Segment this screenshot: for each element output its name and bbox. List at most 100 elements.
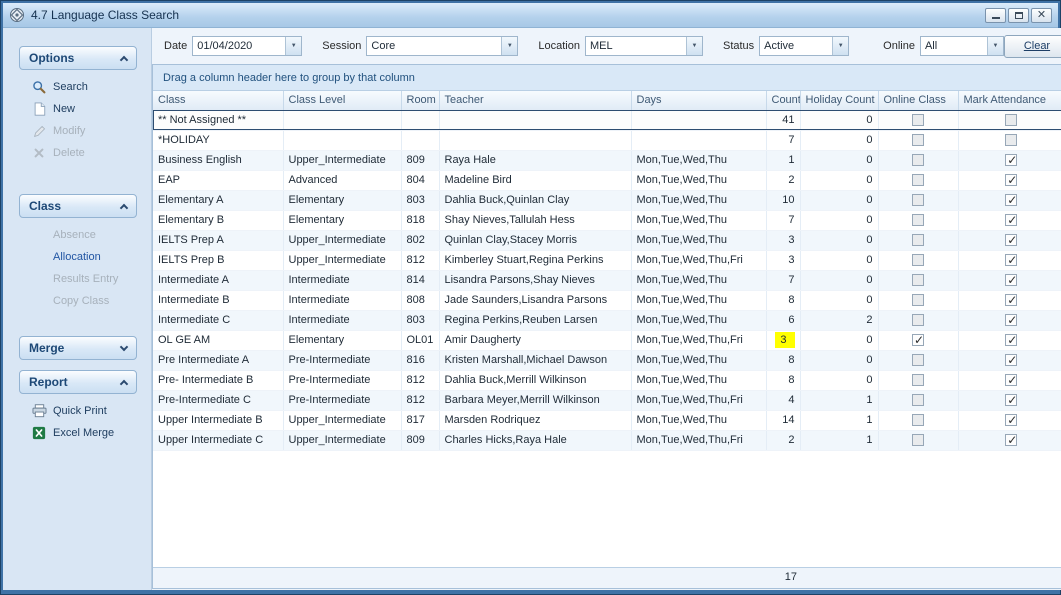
class-level-cell[interactable]: Pre-Intermediate bbox=[283, 350, 401, 370]
room-cell[interactable]: 812 bbox=[401, 250, 439, 270]
column-header-mark-attendance[interactable]: Mark Attendance bbox=[958, 91, 1061, 110]
count-cell[interactable]: 2 bbox=[766, 170, 800, 190]
class-cell[interactable]: IELTS Prep B bbox=[153, 250, 283, 270]
days-cell[interactable]: Mon,Tue,Wed,Thu bbox=[631, 150, 766, 170]
count-cell[interactable]: 2 bbox=[766, 430, 800, 450]
teacher-cell[interactable]: Quinlan Clay,Stacey Morris bbox=[439, 230, 631, 250]
holiday-count-cell[interactable]: 1 bbox=[800, 430, 878, 450]
online-class-checkbox[interactable] bbox=[912, 154, 924, 166]
teacher-cell[interactable]: Barbara Meyer,Merrill Wilkinson bbox=[439, 390, 631, 410]
room-cell[interactable] bbox=[401, 110, 439, 130]
class-level-cell[interactable]: Intermediate bbox=[283, 290, 401, 310]
table-row[interactable]: Pre-Intermediate CPre-Intermediate812Bar… bbox=[153, 390, 1061, 410]
mark-attendance-checkbox[interactable] bbox=[1005, 234, 1017, 246]
online-class-checkbox[interactable] bbox=[912, 294, 924, 306]
days-cell[interactable]: Mon,Tue,Wed,Thu bbox=[631, 210, 766, 230]
room-cell[interactable]: 803 bbox=[401, 310, 439, 330]
online-class-checkbox[interactable] bbox=[912, 114, 924, 126]
class-level-cell[interactable]: Elementary bbox=[283, 330, 401, 350]
sidebar-item-excel-merge[interactable]: Excel Merge bbox=[3, 422, 151, 444]
class-level-cell[interactable]: Upper_Intermediate bbox=[283, 410, 401, 430]
mark-attendance-checkbox[interactable] bbox=[1005, 434, 1017, 446]
status-select[interactable]: Active ▼ bbox=[759, 36, 849, 56]
column-header-holiday-count[interactable]: Holiday Count bbox=[800, 91, 878, 110]
sidebar-item-absence[interactable]: Absence bbox=[3, 224, 151, 246]
online-class-checkbox[interactable] bbox=[912, 394, 924, 406]
class-cell[interactable]: EAP bbox=[153, 170, 283, 190]
teacher-cell[interactable]: Lisandra Parsons,Shay Nieves bbox=[439, 270, 631, 290]
count-cell[interactable]: 4 bbox=[766, 390, 800, 410]
room-cell[interactable]: 809 bbox=[401, 150, 439, 170]
class-cell[interactable]: Pre-Intermediate C bbox=[153, 390, 283, 410]
online-class-checkbox[interactable] bbox=[912, 134, 924, 146]
table-row[interactable]: Upper Intermediate CUpper_Intermediate80… bbox=[153, 430, 1061, 450]
mark-attendance-checkbox[interactable] bbox=[1005, 274, 1017, 286]
mark-attendance-checkbox[interactable] bbox=[1005, 334, 1017, 346]
room-cell[interactable]: OL01 bbox=[401, 330, 439, 350]
holiday-count-cell[interactable]: 0 bbox=[800, 210, 878, 230]
days-cell[interactable]: Mon,Tue,Wed,Thu,Fri bbox=[631, 250, 766, 270]
mark-attendance-checkbox[interactable] bbox=[1005, 294, 1017, 306]
class-cell[interactable]: *HOLIDAY bbox=[153, 130, 283, 150]
teacher-cell[interactable] bbox=[439, 110, 631, 130]
online-dropdown-button[interactable]: ▼ bbox=[987, 37, 1003, 55]
table-row[interactable]: Elementary AElementary803Dahlia Buck,Qui… bbox=[153, 190, 1061, 210]
table-row[interactable]: *HOLIDAY70 bbox=[153, 130, 1061, 150]
class-level-cell[interactable]: Upper_Intermediate bbox=[283, 430, 401, 450]
table-row[interactable]: Pre Intermediate APre-Intermediate816Kri… bbox=[153, 350, 1061, 370]
teacher-cell[interactable]: Kimberley Stuart,Regina Perkins bbox=[439, 250, 631, 270]
count-cell[interactable]: 8 bbox=[766, 370, 800, 390]
sidebar-item-new[interactable]: New bbox=[3, 98, 151, 120]
holiday-count-cell[interactable]: 0 bbox=[800, 290, 878, 310]
online-class-checkbox[interactable] bbox=[912, 234, 924, 246]
class-level-cell[interactable]: Pre-Intermediate bbox=[283, 370, 401, 390]
location-select[interactable]: MEL ▼ bbox=[585, 36, 703, 56]
mark-attendance-checkbox[interactable] bbox=[1005, 414, 1017, 426]
status-dropdown-button[interactable]: ▼ bbox=[832, 37, 848, 55]
column-header-class-level[interactable]: Class Level bbox=[283, 91, 401, 110]
table-row[interactable]: ** Not Assigned **410 bbox=[153, 110, 1061, 130]
online-class-checkbox[interactable] bbox=[912, 414, 924, 426]
room-cell[interactable]: 804 bbox=[401, 170, 439, 190]
class-level-cell[interactable] bbox=[283, 130, 401, 150]
mark-attendance-checkbox[interactable] bbox=[1005, 174, 1017, 186]
count-cell[interactable]: 10 bbox=[766, 190, 800, 210]
sidebar-group-report[interactable]: Report bbox=[19, 370, 137, 394]
holiday-count-cell[interactable]: 0 bbox=[800, 190, 878, 210]
count-cell[interactable]: 3 bbox=[766, 330, 800, 350]
table-row[interactable]: Intermediate CIntermediate803Regina Perk… bbox=[153, 310, 1061, 330]
teacher-cell[interactable]: Jade Saunders,Lisandra Parsons bbox=[439, 290, 631, 310]
class-level-cell[interactable]: Elementary bbox=[283, 190, 401, 210]
days-cell[interactable]: Mon,Tue,Wed,Thu bbox=[631, 310, 766, 330]
class-cell[interactable]: Business English bbox=[153, 150, 283, 170]
class-level-cell[interactable]: Intermediate bbox=[283, 270, 401, 290]
room-cell[interactable]: 812 bbox=[401, 370, 439, 390]
days-cell[interactable] bbox=[631, 110, 766, 130]
count-cell[interactable]: 7 bbox=[766, 210, 800, 230]
sidebar-item-quick-print[interactable]: Quick Print bbox=[3, 400, 151, 422]
minimize-button[interactable] bbox=[985, 8, 1006, 23]
class-cell[interactable]: OL GE AM bbox=[153, 330, 283, 350]
table-row[interactable]: EAPAdvanced804Madeline BirdMon,Tue,Wed,T… bbox=[153, 170, 1061, 190]
table-row[interactable]: Upper Intermediate BUpper_Intermediate81… bbox=[153, 410, 1061, 430]
table-row[interactable]: Intermediate AIntermediate814Lisandra Pa… bbox=[153, 270, 1061, 290]
column-header-class[interactable]: Class bbox=[153, 91, 283, 110]
sidebar-group-class[interactable]: Class bbox=[19, 194, 137, 218]
clear-button[interactable]: Clear bbox=[1004, 35, 1061, 58]
sidebar-item-allocation[interactable]: Allocation bbox=[3, 246, 151, 268]
days-cell[interactable]: Mon,Tue,Wed,Thu bbox=[631, 190, 766, 210]
days-cell[interactable]: Mon,Tue,Wed,Thu bbox=[631, 350, 766, 370]
class-level-cell[interactable] bbox=[283, 110, 401, 130]
teacher-cell[interactable]: Dahlia Buck,Quinlan Clay bbox=[439, 190, 631, 210]
teacher-cell[interactable]: Shay Nieves,Tallulah Hess bbox=[439, 210, 631, 230]
mark-attendance-checkbox[interactable] bbox=[1005, 374, 1017, 386]
count-cell[interactable]: 7 bbox=[766, 130, 800, 150]
holiday-count-cell[interactable]: 0 bbox=[800, 330, 878, 350]
room-cell[interactable] bbox=[401, 130, 439, 150]
class-level-cell[interactable]: Pre-Intermediate bbox=[283, 390, 401, 410]
online-class-checkbox[interactable] bbox=[912, 274, 924, 286]
column-header-online-class[interactable]: Online Class bbox=[878, 91, 958, 110]
online-select[interactable]: All ▼ bbox=[920, 36, 1004, 56]
online-class-checkbox[interactable] bbox=[912, 214, 924, 226]
count-cell[interactable]: 7 bbox=[766, 270, 800, 290]
